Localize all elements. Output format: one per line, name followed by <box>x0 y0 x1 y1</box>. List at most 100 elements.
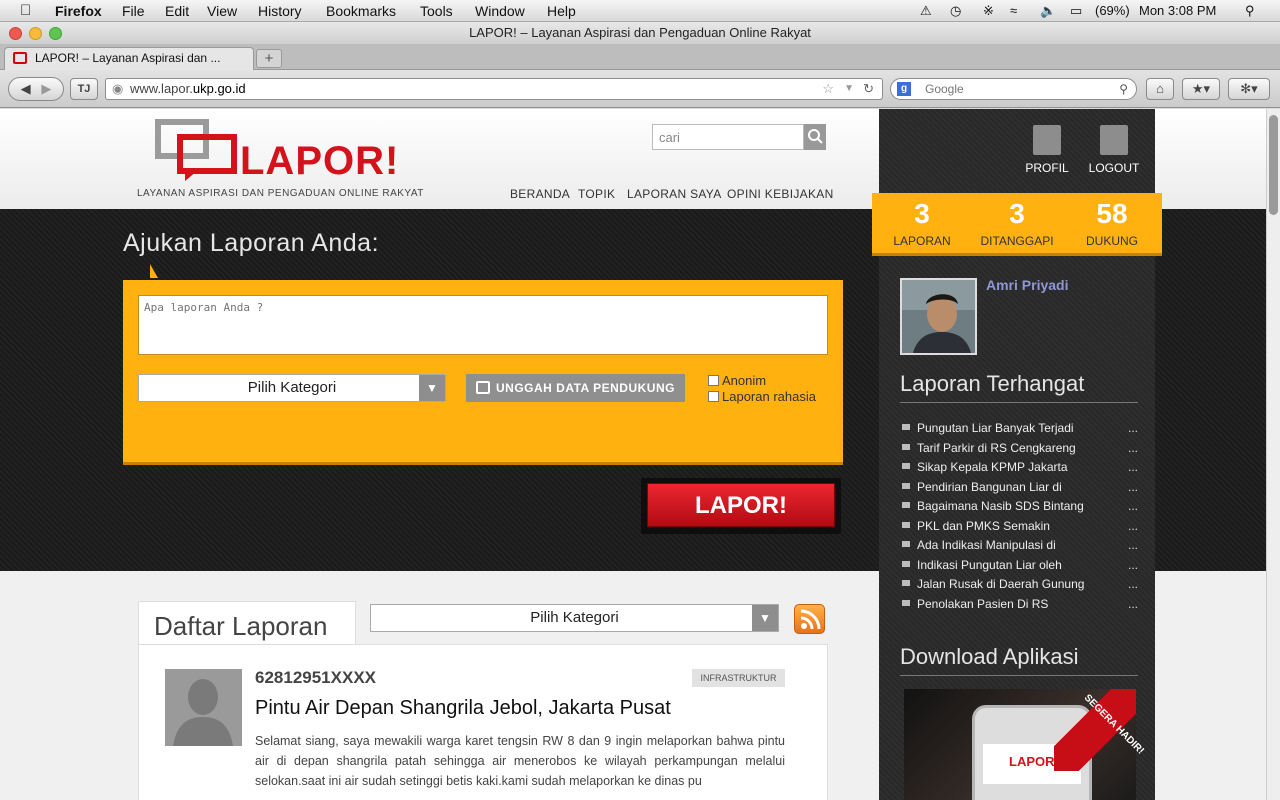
menu-app-name[interactable]: Firefox <box>55 3 102 19</box>
back-forward-buttons[interactable]: ◀ ▶ <box>8 77 64 101</box>
bluetooth-icon[interactable]: ※ <box>983 3 994 19</box>
forward-arrow-icon[interactable]: ▶ <box>41 81 51 96</box>
report-title[interactable]: Pintu Air Depan Shangrila Jebol, Jakarta… <box>255 697 671 720</box>
list-item[interactable]: Penolakan Pasien Di RS... <box>900 597 1140 617</box>
close-window-button[interactable] <box>9 27 22 40</box>
list-item[interactable]: Indikasi Pungutan Liar oleh... <box>900 558 1140 578</box>
site-logo-text[interactable]: LAPOR! <box>240 139 399 184</box>
hot-item-title[interactable]: Pendirian Bangunan Liar di <box>917 480 1062 494</box>
more-ellipsis[interactable]: ... <box>1128 597 1138 611</box>
lapor-submit-button[interactable]: LAPOR! <box>647 483 835 527</box>
more-ellipsis[interactable]: ... <box>1128 499 1138 513</box>
lapor-logo-icon[interactable] <box>155 119 240 181</box>
menu-help[interactable]: Help <box>547 3 576 19</box>
menu-tools[interactable]: Tools <box>420 3 453 19</box>
more-ellipsis[interactable]: ... <box>1128 421 1138 435</box>
chevron-down-icon[interactable]: ▼ <box>419 375 445 401</box>
app-promo-image[interactable]: LAPOR! SEGERA HADIR! <box>904 689 1146 800</box>
hot-item-title[interactable]: Indikasi Pungutan Liar oleh <box>917 558 1062 572</box>
hot-item-title[interactable]: PKL dan PMKS Semakin <box>917 519 1050 533</box>
extension-icon[interactable]: ✻▾ <box>1228 78 1270 100</box>
default-avatar-icon[interactable] <box>165 669 242 746</box>
anonymous-checkbox[interactable]: Anonim <box>708 373 766 388</box>
logout-link[interactable]: LOGOUT <box>1084 125 1144 175</box>
list-item[interactable]: Bagaimana Nasib SDS Bintang... <box>900 499 1140 519</box>
user-avatar[interactable] <box>900 278 977 355</box>
zoom-window-button[interactable] <box>49 27 62 40</box>
more-ellipsis[interactable]: ... <box>1128 558 1138 572</box>
search-icon[interactable]: ⚲ <box>1119 79 1128 99</box>
list-item[interactable]: Jalan Rusak di Daerah Gunung... <box>900 577 1140 597</box>
new-tab-button[interactable]: + <box>256 49 282 68</box>
list-item[interactable]: Ada Indikasi Manipulasi di... <box>900 538 1140 558</box>
user-name[interactable]: Amri Priyadi <box>986 277 1068 293</box>
checkbox-box[interactable] <box>708 391 719 402</box>
hot-item-title[interactable]: Pungutan Liar Banyak Terjadi <box>917 421 1074 435</box>
menu-edit[interactable]: Edit <box>165 3 189 19</box>
google-icon[interactable]: g <box>897 82 911 96</box>
site-search-input[interactable]: cari <box>652 124 804 150</box>
minimize-window-button[interactable] <box>29 27 42 40</box>
hot-item-title[interactable]: Bagaimana Nasib SDS Bintang <box>917 499 1084 513</box>
menu-clock[interactable]: Mon 3:08 PM <box>1139 3 1216 18</box>
list-item[interactable]: Pungutan Liar Banyak Terjadi... <box>900 421 1140 441</box>
menu-window[interactable]: Window <box>475 3 525 19</box>
more-ellipsis[interactable]: ... <box>1128 480 1138 494</box>
profile-link[interactable]: PROFIL <box>1017 125 1077 175</box>
hot-item-title[interactable]: Sikap Kepala KPMP Jakarta <box>917 460 1068 474</box>
more-ellipsis[interactable]: ... <box>1128 577 1138 591</box>
wifi-icon[interactable]: ≈ <box>1010 3 1017 18</box>
bookmarks-menu-icon[interactable]: ★▾ <box>1182 78 1220 100</box>
list-category-select[interactable]: Pilih Kategori ▼ <box>370 604 779 632</box>
more-ellipsis[interactable]: ... <box>1128 460 1138 474</box>
browser-tab[interactable]: LAPOR! – Layanan Aspirasi dan ... <box>4 47 254 70</box>
nav-laporan-saya[interactable]: LAPORAN SAYA <box>627 187 722 201</box>
menu-view[interactable]: View <box>207 3 237 19</box>
search-engine-box[interactable]: g Google ⚲ <box>890 78 1137 100</box>
tab-groups-icon[interactable]: TJ <box>70 78 98 100</box>
hot-item-title[interactable]: Ada Indikasi Manipulasi di <box>917 538 1056 552</box>
more-ellipsis[interactable]: ... <box>1128 441 1138 455</box>
stat-ditanggapi[interactable]: 3 DITANGGAPI <box>972 198 1062 248</box>
bookmark-star-icon[interactable]: ☆ <box>822 79 834 99</box>
nav-topik[interactable]: TOPIK <box>578 187 615 201</box>
secret-report-checkbox[interactable]: Laporan rahasia <box>708 389 816 404</box>
stat-laporan[interactable]: 3 LAPORAN <box>877 198 967 248</box>
menu-history[interactable]: History <box>258 3 302 19</box>
stat-dukung[interactable]: 58 DUKUNG <box>1067 198 1157 248</box>
volume-icon[interactable]: 🔈 <box>1040 3 1056 19</box>
reload-icon[interactable]: ↻ <box>863 79 874 99</box>
url-bar[interactable]: ◉ www.lapor.ukp.go.id ☆ ▼ ↻ <box>105 78 883 100</box>
site-search-button[interactable] <box>804 124 826 150</box>
list-item[interactable]: Sikap Kepala KPMP Jakarta... <box>900 460 1140 480</box>
spotlight-icon[interactable]: ⚲ <box>1245 3 1255 19</box>
nav-opini-kebijakan[interactable]: OPINI KEBIJAKAN <box>727 187 834 201</box>
chevron-down-icon[interactable]: ▼ <box>752 605 778 631</box>
report-list-tab[interactable]: Daftar Laporan <box>138 601 356 646</box>
list-item[interactable]: Tarif Parkir di RS Cengkareng... <box>900 441 1140 461</box>
back-arrow-icon[interactable]: ◀ <box>21 81 31 96</box>
page-scrollbar[interactable] <box>1266 109 1280 800</box>
more-ellipsis[interactable]: ... <box>1128 538 1138 552</box>
time-machine-icon[interactable]: ◷ <box>950 3 961 19</box>
home-icon[interactable]: ⌂ <box>1146 78 1174 100</box>
hot-item-title[interactable]: Penolakan Pasien Di RS <box>917 597 1048 611</box>
category-badge[interactable]: INFRASTRUKTUR <box>692 669 785 687</box>
scrollbar-thumb[interactable] <box>1269 115 1278 215</box>
apple-icon[interactable]:  <box>20 2 31 19</box>
hot-item-title[interactable]: Tarif Parkir di RS Cengkareng <box>917 441 1076 455</box>
list-item[interactable]: PKL dan PMKS Semakin... <box>900 519 1140 539</box>
hot-item-title[interactable]: Jalan Rusak di Daerah Gunung <box>917 577 1084 591</box>
checkbox-box[interactable] <box>708 375 719 386</box>
menu-file[interactable]: File <box>122 3 145 19</box>
more-ellipsis[interactable]: ... <box>1128 519 1138 533</box>
nav-beranda[interactable]: BERANDA <box>510 187 570 201</box>
report-textarea[interactable] <box>138 295 828 355</box>
category-select[interactable]: Pilih Kategori ▼ <box>138 374 446 402</box>
reporter-id[interactable]: 62812951XXXX <box>255 668 376 688</box>
menu-bookmarks[interactable]: Bookmarks <box>326 3 396 19</box>
alert-icon[interactable]: ⚠ <box>920 3 932 19</box>
list-item[interactable]: Pendirian Bangunan Liar di... <box>900 480 1140 500</box>
rss-icon[interactable] <box>794 604 825 634</box>
url-dropdown-icon[interactable]: ▼ <box>844 79 854 99</box>
